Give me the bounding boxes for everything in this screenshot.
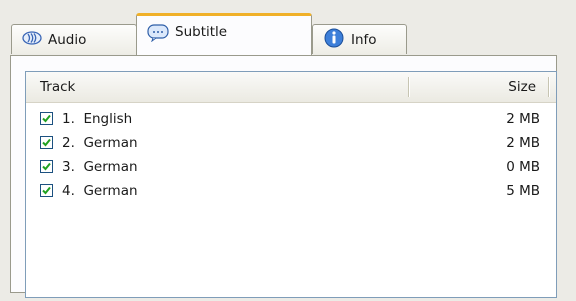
list-item[interactable]: 1. English 2 MB bbox=[26, 108, 556, 132]
track-name: 2. German bbox=[62, 135, 138, 151]
track-checkbox[interactable] bbox=[40, 112, 53, 125]
list-header: Track Size bbox=[26, 72, 556, 103]
tab-subtitle-label: Subtitle bbox=[175, 24, 228, 40]
list-item[interactable]: 2. German 2 MB bbox=[26, 132, 556, 156]
track-name: 4. German bbox=[62, 183, 138, 199]
tab-info[interactable]: Info bbox=[312, 24, 407, 54]
track-name: 1. English bbox=[62, 111, 133, 127]
track-checkbox[interactable] bbox=[40, 136, 53, 149]
column-separator[interactable] bbox=[408, 77, 409, 97]
tab-panel: Track Size 1. English 2 MB 2. German 2 M… bbox=[10, 55, 557, 298]
track-size: 2 MB bbox=[506, 111, 540, 127]
track-size: 5 MB bbox=[506, 183, 540, 199]
tab-subtitle[interactable]: Subtitle bbox=[136, 13, 312, 55]
tab-info-label: Info bbox=[351, 31, 377, 48]
list-item[interactable]: 3. German 0 MB bbox=[26, 156, 556, 180]
speaker-icon bbox=[22, 30, 42, 49]
tab-strip: Audio Subtitle Info bbox=[8, 9, 568, 55]
column-header-size[interactable]: Size bbox=[508, 79, 536, 95]
track-size: 2 MB bbox=[506, 135, 540, 151]
info-icon bbox=[323, 27, 345, 53]
column-separator[interactable] bbox=[548, 77, 549, 97]
track-name: 3. German bbox=[62, 159, 138, 175]
subtitle-track-list[interactable]: Track Size 1. English 2 MB 2. German 2 M… bbox=[25, 71, 557, 298]
track-checkbox[interactable] bbox=[40, 184, 53, 197]
speech-bubble-icon bbox=[147, 24, 169, 46]
list-item[interactable]: 4. German 5 MB bbox=[26, 180, 556, 204]
track-size: 0 MB bbox=[506, 159, 540, 175]
column-header-track[interactable]: Track bbox=[40, 79, 75, 95]
track-checkbox[interactable] bbox=[40, 160, 53, 173]
tab-audio-label: Audio bbox=[48, 31, 87, 48]
tab-audio[interactable]: Audio bbox=[11, 24, 137, 54]
